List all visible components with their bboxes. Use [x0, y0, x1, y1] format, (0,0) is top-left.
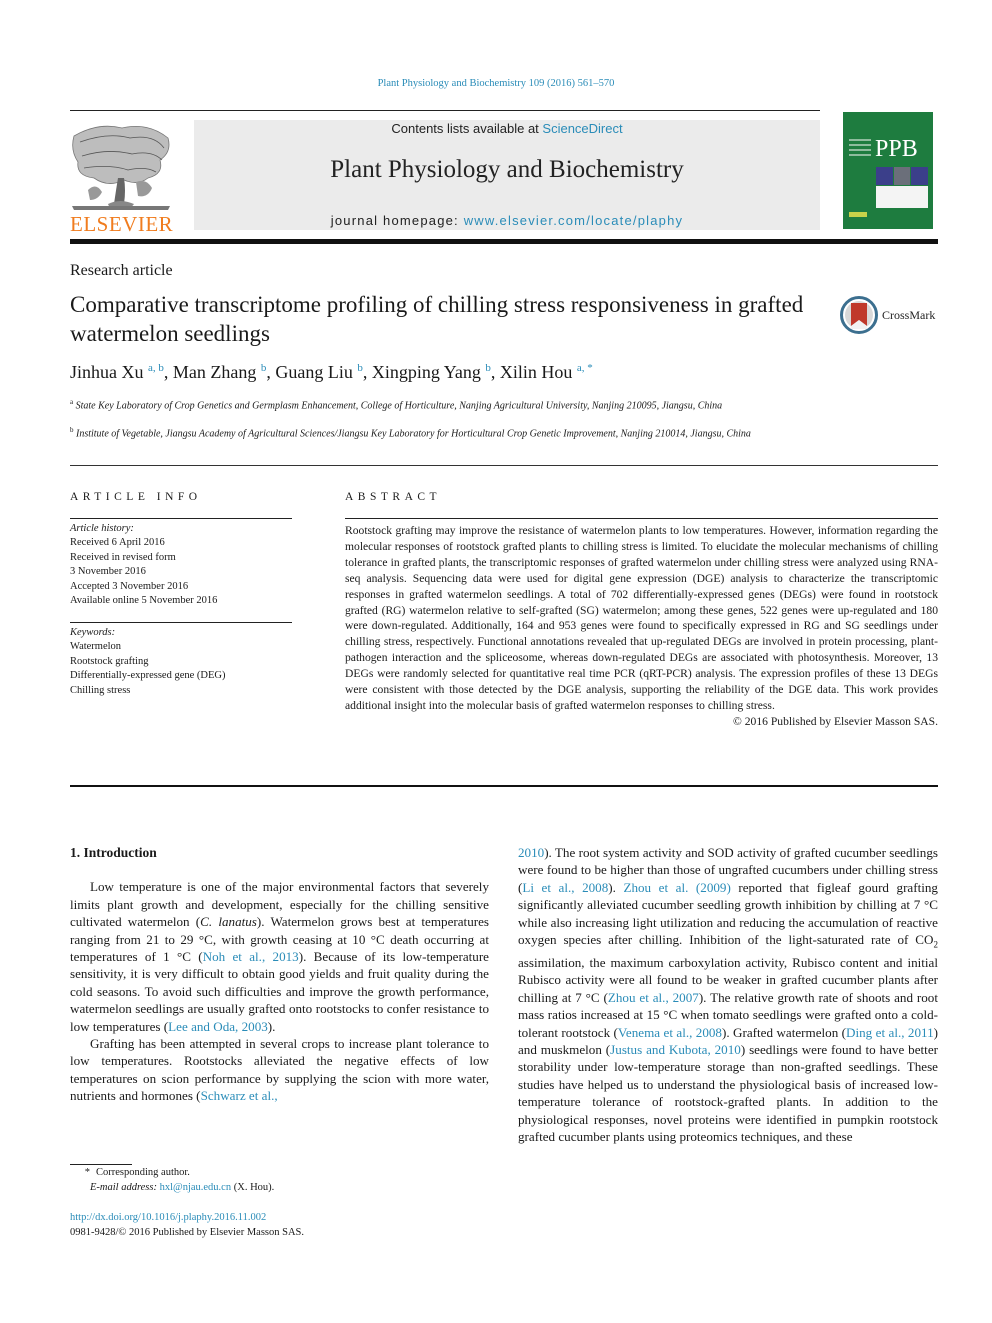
history-item: Received in revised form — [70, 551, 176, 563]
text-run: Grafting has been attempted in several c… — [70, 1036, 489, 1104]
citation-link[interactable]: Ding et al., 2011 — [846, 1025, 934, 1040]
masthead-rule — [70, 239, 938, 244]
cover-abbrev: PPB — [875, 136, 918, 162]
keyword-item: Chilling stress — [70, 684, 131, 696]
author-name[interactable]: Jinhua Xu — [70, 362, 144, 382]
article-title: Comparative transcriptome profiling of c… — [70, 292, 804, 346]
keyword-item: Watermelon — [70, 641, 122, 653]
history-item: 3 November 2016 — [70, 566, 146, 578]
history-label: Article history: — [70, 523, 134, 534]
header-divider — [70, 465, 938, 466]
paragraph: Low temperature is one of the major envi… — [70, 878, 489, 1035]
keywords: Keywords: Watermelon Rootstock grafting … — [70, 626, 292, 698]
abstract-copyright: © 2016 Published by Elsevier Masson SAS. — [733, 714, 938, 728]
text-run: ) seedlings were found to have better st… — [518, 1042, 938, 1145]
contents-prefix: Contents lists available at — [391, 121, 543, 136]
body-column-left: 1. Introduction Low temperature is one o… — [70, 844, 489, 1105]
affiliation-text: State Key Laboratory of Crop Genetics an… — [75, 400, 723, 412]
author-affiliation-mark[interactable]: a, b — [148, 362, 164, 374]
author-name[interactable]: Man Zhang — [173, 362, 256, 382]
keyword-item: Rootstock grafting — [70, 655, 149, 667]
footnote-rule — [70, 1164, 132, 1165]
elsevier-logo-text[interactable]: ELSEVIER — [70, 212, 173, 237]
author-affiliation-mark[interactable]: b — [261, 362, 267, 374]
abstract-rule — [345, 518, 938, 519]
keywords-rule — [70, 622, 292, 623]
keywords-label: Keywords: — [70, 627, 116, 638]
article-history: Article history: Received 6 April 2016 R… — [70, 522, 292, 608]
history-item: Accepted 3 November 2016 — [70, 580, 189, 592]
affiliation-mark: a — [70, 398, 74, 406]
body-column-right: 2010). The root system activity and SOD … — [518, 844, 938, 1146]
email-suffix: (X. Hou). — [231, 1181, 275, 1193]
author-list: Jinhua Xu a, b, Man Zhang b, Guang Liu b… — [70, 362, 593, 382]
text-run: ). Grafted watermelon ( — [721, 1024, 847, 1040]
citation-link[interactable]: Lee and Oda, 2003 — [168, 1019, 268, 1034]
author-affiliation-mark[interactable]: a, * — [577, 362, 593, 374]
italic-text: C. lanatus — [200, 914, 257, 930]
citation-link[interactable]: Zhou et al. (2009) — [623, 880, 730, 895]
email-link[interactable]: hxl@njau.edu.cn — [160, 1182, 232, 1193]
abstract-body: Rootstock grafting may improve the resis… — [345, 523, 938, 730]
journal-title: Plant Physiology and Biochemistry — [330, 156, 684, 183]
sciencedirect-link[interactable]: ScienceDirect — [542, 121, 622, 136]
citation-link[interactable]: 2010 — [518, 845, 544, 860]
abstract-heading: ABSTRACT — [345, 491, 442, 503]
author-name[interactable]: Guang Liu — [275, 362, 352, 382]
paragraph-continued: 2010). The root system activity and SOD … — [518, 844, 938, 1146]
affiliation-b: b Institute of Vegetable, Jiangsu Academ… — [70, 423, 830, 441]
section-heading-introduction: 1. Introduction — [70, 845, 157, 860]
article-info-rule — [70, 518, 292, 519]
citation-link[interactable]: Li et al., 2008 — [522, 880, 608, 895]
affiliation-a: a State Key Laboratory of Crop Genetics … — [70, 395, 830, 413]
abstract-divider — [70, 785, 938, 787]
citation-link[interactable]: Schwarz et al., — [201, 1088, 278, 1103]
homepage-link[interactable]: www.elsevier.com/locate/plaphy — [464, 213, 684, 228]
text-run: ). — [267, 1018, 276, 1034]
issn-line: 0981-9428/© 2016 Published by Elsevier M… — [70, 1226, 305, 1238]
corresponding-author-footnote: * Corresponding author. E-mail address: h… — [70, 1166, 489, 1195]
email-label: E-mail address: — [90, 1181, 157, 1193]
citation-link[interactable]: Noh et al., 2013 — [203, 949, 299, 964]
citation-link[interactable]: Venema et al., 2008 — [618, 1025, 722, 1040]
author-affiliation-mark[interactable]: b — [357, 362, 363, 374]
cover-publisher-tag — [849, 212, 867, 217]
journal-homepage: journal homepage: www.elsevier.com/locat… — [194, 213, 820, 228]
contents-availability: Contents lists available at ScienceDirec… — [194, 121, 820, 136]
homepage-prefix: journal homepage: — [330, 213, 464, 228]
article-info-heading: ARTICLE INFO — [70, 491, 202, 503]
citation-link[interactable]: Justus and Kubota, 2010 — [610, 1042, 741, 1057]
journal-cover-thumbnail[interactable]: PPB — [843, 112, 933, 229]
doi-block: http://dx.doi.org/10.1016/j.plaphy.2016.… — [70, 1211, 304, 1240]
article-type: Research article — [70, 262, 173, 279]
author-affiliation-mark[interactable]: b — [485, 362, 491, 374]
cover-plot — [876, 186, 928, 208]
crossmark-icon — [840, 296, 878, 334]
citation-link[interactable]: Zhou et al., 2007 — [608, 990, 699, 1005]
corresponding-label: Corresponding author. — [96, 1167, 190, 1178]
crossmark-button[interactable]: CrossMark — [840, 295, 940, 335]
keyword-item: Differentially-expressed gene (DEG) — [70, 670, 226, 682]
cover-subtitle-lines — [849, 136, 871, 158]
author-name[interactable]: Xilin Hou — [500, 362, 573, 382]
doi-link[interactable]: http://dx.doi.org/10.1016/j.plaphy.2016.… — [70, 1212, 266, 1223]
crossmark-label: CrossMark — [882, 307, 936, 322]
paragraph: Grafting has been attempted in several c… — [70, 1035, 489, 1105]
abstract-text: Rootstock grafting may improve the resis… — [345, 524, 938, 712]
top-rule — [70, 110, 820, 111]
subscript: 2 — [933, 939, 939, 950]
affiliation-mark: b — [70, 426, 74, 434]
footnote-star: * — [84, 1167, 90, 1178]
affiliation-text: Institute of Vegetable, Jiangsu Academy … — [76, 428, 751, 440]
cover-photos — [876, 167, 929, 185]
running-head[interactable]: Plant Physiology and Biochemistry 109 (2… — [0, 78, 992, 89]
text-run: ). — [608, 879, 624, 895]
history-item: Available online 5 November 2016 — [70, 595, 218, 607]
history-item: Received 6 April 2016 — [70, 537, 165, 549]
author-name[interactable]: Xingping Yang — [372, 362, 481, 382]
